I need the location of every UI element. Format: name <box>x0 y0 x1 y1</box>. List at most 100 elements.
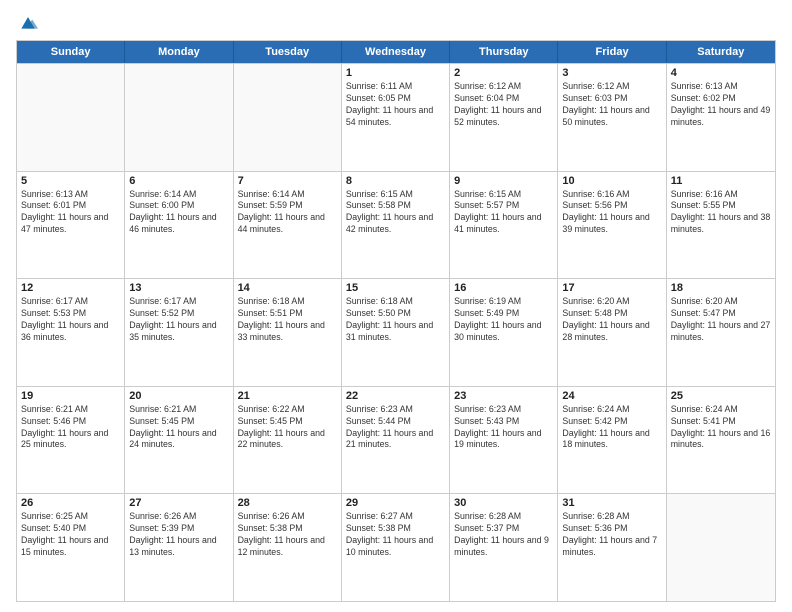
calendar-cell-1: 1 Sunrise: 6:11 AM Sunset: 6:05 PM Daylig… <box>342 64 450 171</box>
cell-sun-info: Sunrise: 6:21 AM Sunset: 5:45 PM Dayligh… <box>129 404 228 452</box>
day-number: 24 <box>562 390 661 402</box>
calendar-row-1: 5 Sunrise: 6:13 AM Sunset: 6:01 PM Daylig… <box>17 171 775 279</box>
calendar-cell-empty <box>234 64 342 171</box>
calendar-cell-8: 8 Sunrise: 6:15 AM Sunset: 5:58 PM Daylig… <box>342 172 450 279</box>
cell-sun-info: Sunrise: 6:23 AM Sunset: 5:43 PM Dayligh… <box>454 404 553 452</box>
day-number: 10 <box>562 175 661 187</box>
calendar-cell-empty <box>667 494 775 601</box>
weekday-header-wednesday: Wednesday <box>342 41 450 63</box>
cell-sun-info: Sunrise: 6:25 AM Sunset: 5:40 PM Dayligh… <box>21 511 120 559</box>
weekday-header-friday: Friday <box>558 41 666 63</box>
calendar-body: 1 Sunrise: 6:11 AM Sunset: 6:05 PM Daylig… <box>17 63 775 601</box>
cell-sun-info: Sunrise: 6:12 AM Sunset: 6:03 PM Dayligh… <box>562 81 661 129</box>
day-number: 19 <box>21 390 120 402</box>
calendar-cell-31: 31 Sunrise: 6:28 AM Sunset: 5:36 PM Dayli… <box>558 494 666 601</box>
calendar-cell-9: 9 Sunrise: 6:15 AM Sunset: 5:57 PM Daylig… <box>450 172 558 279</box>
weekday-header-thursday: Thursday <box>450 41 558 63</box>
calendar-cell-18: 18Sunrise: 6:20 AM Sunset: 5:47 PM Dayli… <box>667 279 775 386</box>
calendar-cell-30: 30Sunrise: 6:28 AM Sunset: 5:37 PM Dayli… <box>450 494 558 601</box>
cell-sun-info: Sunrise: 6:21 AM Sunset: 5:46 PM Dayligh… <box>21 404 120 452</box>
day-number: 2 <box>454 67 553 79</box>
day-number: 1 <box>346 67 445 79</box>
day-number: 11 <box>671 175 771 187</box>
calendar-cell-14: 14Sunrise: 6:18 AM Sunset: 5:51 PM Dayli… <box>234 279 342 386</box>
calendar-cell-11: 11 Sunrise: 6:16 AM Sunset: 5:55 PM Dayli… <box>667 172 775 279</box>
day-number: 28 <box>238 497 337 509</box>
cell-sun-info: Sunrise: 6:20 AM Sunset: 5:48 PM Dayligh… <box>562 296 661 344</box>
weekday-header-saturday: Saturday <box>667 41 775 63</box>
cell-sun-info: Sunrise: 6:18 AM Sunset: 5:50 PM Dayligh… <box>346 296 445 344</box>
calendar-cell-17: 17 Sunrise: 6:20 AM Sunset: 5:48 PM Dayli… <box>558 279 666 386</box>
calendar-cell-10: 10 Sunrise: 6:16 AM Sunset: 5:56 PM Dayli… <box>558 172 666 279</box>
day-number: 3 <box>562 67 661 79</box>
cell-sun-info: Sunrise: 6:19 AM Sunset: 5:49 PM Dayligh… <box>454 296 553 344</box>
day-number: 9 <box>454 175 553 187</box>
weekday-header-monday: Monday <box>125 41 233 63</box>
day-number: 15 <box>346 282 445 294</box>
logo-icon <box>18 12 38 32</box>
cell-sun-info: Sunrise: 6:26 AM Sunset: 5:38 PM Dayligh… <box>238 511 337 559</box>
cell-sun-info: Sunrise: 6:16 AM Sunset: 5:55 PM Dayligh… <box>671 189 771 237</box>
calendar-row-2: 12Sunrise: 6:17 AM Sunset: 5:53 PM Dayli… <box>17 278 775 386</box>
cell-sun-info: Sunrise: 6:15 AM Sunset: 5:57 PM Dayligh… <box>454 189 553 237</box>
cell-sun-info: Sunrise: 6:24 AM Sunset: 5:42 PM Dayligh… <box>562 404 661 452</box>
day-number: 8 <box>346 175 445 187</box>
day-number: 6 <box>129 175 228 187</box>
cell-sun-info: Sunrise: 6:14 AM Sunset: 5:59 PM Dayligh… <box>238 189 337 237</box>
calendar-cell-2: 2Sunrise: 6:12 AM Sunset: 6:04 PM Daylig… <box>450 64 558 171</box>
calendar-cell-23: 23 Sunrise: 6:23 AM Sunset: 5:43 PM Dayli… <box>450 387 558 494</box>
cell-sun-info: Sunrise: 6:16 AM Sunset: 5:56 PM Dayligh… <box>562 189 661 237</box>
calendar-cell-24: 24 Sunrise: 6:24 AM Sunset: 5:42 PM Dayli… <box>558 387 666 494</box>
day-number: 21 <box>238 390 337 402</box>
calendar-cell-15: 15 Sunrise: 6:18 AM Sunset: 5:50 PM Dayli… <box>342 279 450 386</box>
cell-sun-info: Sunrise: 6:15 AM Sunset: 5:58 PM Dayligh… <box>346 189 445 237</box>
day-number: 5 <box>21 175 120 187</box>
calendar-header: SundayMondayTuesdayWednesdayThursdayFrid… <box>17 41 775 63</box>
cell-sun-info: Sunrise: 6:11 AM Sunset: 6:05 PM Dayligh… <box>346 81 445 129</box>
calendar-cell-16: 16 Sunrise: 6:19 AM Sunset: 5:49 PM Dayli… <box>450 279 558 386</box>
calendar-cell-3: 3 Sunrise: 6:12 AM Sunset: 6:03 PM Daylig… <box>558 64 666 171</box>
cell-sun-info: Sunrise: 6:13 AM Sunset: 6:02 PM Dayligh… <box>671 81 771 129</box>
day-number: 7 <box>238 175 337 187</box>
day-number: 22 <box>346 390 445 402</box>
cell-sun-info: Sunrise: 6:24 AM Sunset: 5:41 PM Dayligh… <box>671 404 771 452</box>
day-number: 23 <box>454 390 553 402</box>
calendar-cell-5: 5 Sunrise: 6:13 AM Sunset: 6:01 PM Daylig… <box>17 172 125 279</box>
cell-sun-info: Sunrise: 6:17 AM Sunset: 5:52 PM Dayligh… <box>129 296 228 344</box>
page-header <box>16 12 776 32</box>
cell-sun-info: Sunrise: 6:23 AM Sunset: 5:44 PM Dayligh… <box>346 404 445 452</box>
logo <box>16 12 38 32</box>
calendar-cell-19: 19 Sunrise: 6:21 AM Sunset: 5:46 PM Dayli… <box>17 387 125 494</box>
day-number: 18 <box>671 282 771 294</box>
day-number: 13 <box>129 282 228 294</box>
day-number: 25 <box>671 390 771 402</box>
calendar-cell-empty <box>17 64 125 171</box>
calendar: SundayMondayTuesdayWednesdayThursdayFrid… <box>16 40 776 602</box>
calendar-cell-6: 6Sunrise: 6:14 AM Sunset: 6:00 PM Daylig… <box>125 172 233 279</box>
calendar-cell-25: 25 Sunrise: 6:24 AM Sunset: 5:41 PM Dayli… <box>667 387 775 494</box>
day-number: 26 <box>21 497 120 509</box>
calendar-cell-7: 7 Sunrise: 6:14 AM Sunset: 5:59 PM Daylig… <box>234 172 342 279</box>
weekday-header-sunday: Sunday <box>17 41 125 63</box>
day-number: 17 <box>562 282 661 294</box>
calendar-cell-4: 4Sunrise: 6:13 AM Sunset: 6:02 PM Daylig… <box>667 64 775 171</box>
calendar-cell-27: 27Sunrise: 6:26 AM Sunset: 5:39 PM Dayli… <box>125 494 233 601</box>
calendar-cell-20: 20 Sunrise: 6:21 AM Sunset: 5:45 PM Dayli… <box>125 387 233 494</box>
calendar-cell-12: 12Sunrise: 6:17 AM Sunset: 5:53 PM Dayli… <box>17 279 125 386</box>
calendar-cell-26: 26 Sunrise: 6:25 AM Sunset: 5:40 PM Dayli… <box>17 494 125 601</box>
day-number: 16 <box>454 282 553 294</box>
calendar-row-0: 1 Sunrise: 6:11 AM Sunset: 6:05 PM Daylig… <box>17 63 775 171</box>
cell-sun-info: Sunrise: 6:17 AM Sunset: 5:53 PM Dayligh… <box>21 296 120 344</box>
day-number: 20 <box>129 390 228 402</box>
cell-sun-info: Sunrise: 6:22 AM Sunset: 5:45 PM Dayligh… <box>238 404 337 452</box>
cell-sun-info: Sunrise: 6:27 AM Sunset: 5:38 PM Dayligh… <box>346 511 445 559</box>
cell-sun-info: Sunrise: 6:28 AM Sunset: 5:36 PM Dayligh… <box>562 511 661 559</box>
calendar-cell-28: 28 Sunrise: 6:26 AM Sunset: 5:38 PM Dayli… <box>234 494 342 601</box>
calendar-row-3: 19 Sunrise: 6:21 AM Sunset: 5:46 PM Dayli… <box>17 386 775 494</box>
day-number: 31 <box>562 497 661 509</box>
day-number: 14 <box>238 282 337 294</box>
calendar-cell-29: 29Sunrise: 6:27 AM Sunset: 5:38 PM Dayli… <box>342 494 450 601</box>
cell-sun-info: Sunrise: 6:13 AM Sunset: 6:01 PM Dayligh… <box>21 189 120 237</box>
cell-sun-info: Sunrise: 6:28 AM Sunset: 5:37 PM Dayligh… <box>454 511 553 559</box>
weekday-header-tuesday: Tuesday <box>234 41 342 63</box>
